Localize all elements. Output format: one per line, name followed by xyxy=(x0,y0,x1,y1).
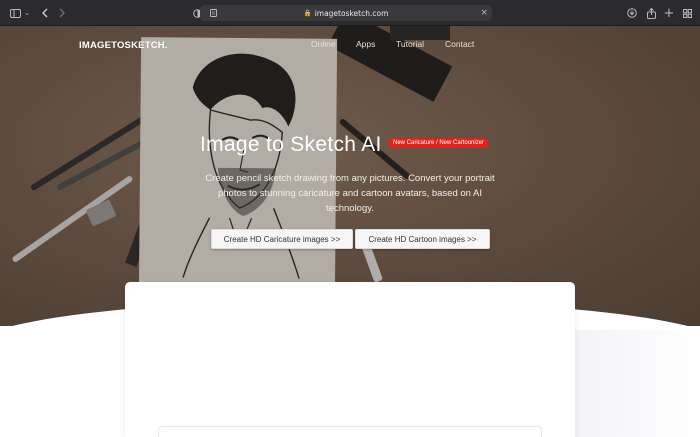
address-bar[interactable]: 🔒 imagetosketch.com × xyxy=(200,5,492,21)
brand-logo[interactable]: IMAGETOSKETCH. xyxy=(79,40,168,51)
new-tab-icon[interactable]: + xyxy=(663,0,675,26)
url-text: imagetosketch.com xyxy=(314,8,389,18)
hero-subtitle: Create pencil sketch drawing from any pi… xyxy=(205,173,495,214)
chevron-down-icon[interactable]: ⌄ xyxy=(23,0,31,26)
create-caricature-button[interactable]: Create HD Caricature images >> xyxy=(211,229,353,249)
browser-toolbar: ⌄ 🔒 imagetosketch.com × + xyxy=(0,0,700,26)
nav-item-apps[interactable]: Apps xyxy=(356,39,375,49)
create-cartoon-button[interactable]: Create HD Cartoon images >> xyxy=(355,229,490,249)
nav-item-online[interactable]: Online xyxy=(311,39,336,49)
new-feature-badge[interactable]: New Caricature / New Cartoonizer xyxy=(388,138,490,148)
page-icon xyxy=(210,5,217,21)
back-icon[interactable] xyxy=(38,0,50,26)
forward-icon[interactable] xyxy=(56,0,68,26)
upload-panel[interactable] xyxy=(158,426,542,437)
close-icon[interactable]: × xyxy=(480,5,488,21)
share-icon[interactable] xyxy=(645,0,657,26)
page-title: Image to Sketch AI xyxy=(200,133,382,156)
download-icon[interactable] xyxy=(626,0,638,26)
nav-item-tutorial[interactable]: Tutorial xyxy=(396,39,424,49)
sidebar-icon[interactable] xyxy=(8,0,22,26)
upload-card xyxy=(125,282,575,437)
hero-section: IMAGETOSKETCH. Online Apps Tutorial Cont… xyxy=(0,26,700,326)
lock-icon: 🔒 xyxy=(303,9,312,17)
background-glow xyxy=(575,330,700,437)
nav-item-contact[interactable]: Contact xyxy=(445,39,474,49)
tab-overview-icon[interactable] xyxy=(681,0,693,26)
